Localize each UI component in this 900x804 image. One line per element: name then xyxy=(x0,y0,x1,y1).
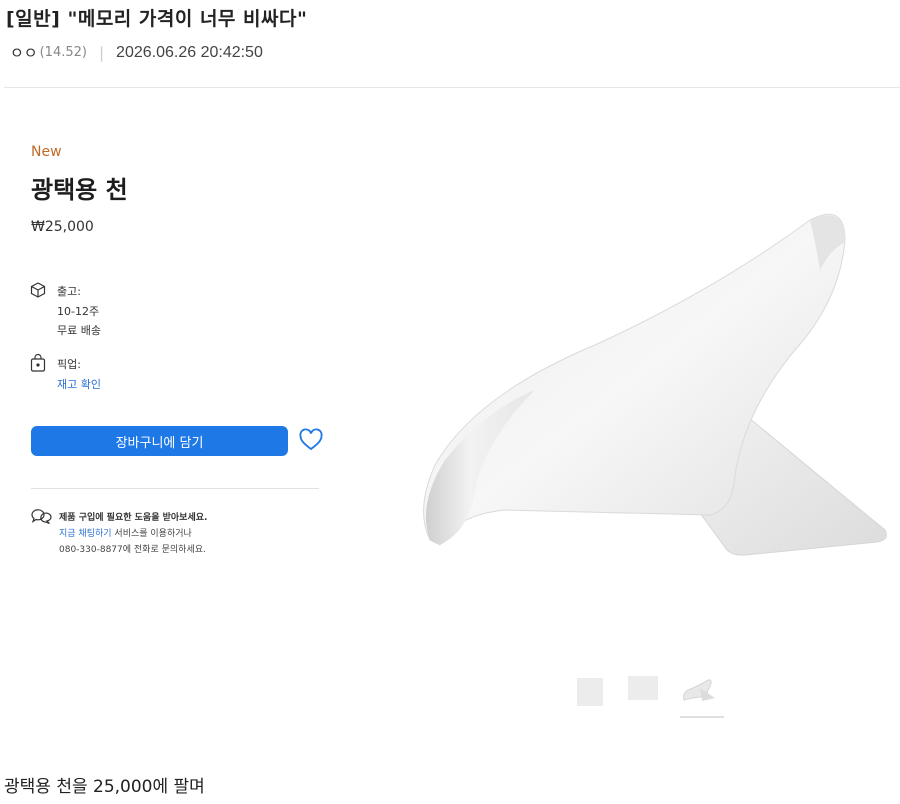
header-divider xyxy=(4,87,900,88)
product-price: ₩25,000 xyxy=(31,219,94,235)
thumbnail-2[interactable] xyxy=(628,676,658,700)
author-ip: (14.52) xyxy=(39,45,87,60)
help-chat-line: 지금 채팅하기 서비스를 이용하거나 xyxy=(59,526,192,539)
thumbnail-selected-indicator xyxy=(680,716,724,718)
box-icon xyxy=(30,282,46,298)
chat-now-link[interactable]: 지금 채팅하기 xyxy=(59,529,112,539)
check-stock-link[interactable]: 재고 확인 xyxy=(57,376,101,392)
shipping-free: 무료 배송 xyxy=(57,324,101,337)
help-heading: 제품 구입에 필요한 도움을 받아보세요. xyxy=(59,513,208,523)
new-badge: New xyxy=(31,144,62,160)
pickup-label: 픽업: xyxy=(57,358,81,371)
help-phone-line: 080-330-8877에 전화로 문의하세요. xyxy=(59,545,206,555)
chat-icon xyxy=(31,509,52,525)
add-to-bag-button[interactable]: 장바구니에 담기 xyxy=(31,426,288,456)
post-body-caption: 광택용 천을 25,000에 팔며 xyxy=(4,777,205,797)
meta-separator: | xyxy=(98,43,105,62)
thumbnail-3[interactable] xyxy=(680,678,718,704)
bag-icon xyxy=(30,354,46,372)
post-datetime: 2026.06.26 20:42:50 xyxy=(116,43,263,61)
section-divider xyxy=(31,488,319,489)
shipping-label: 출고: xyxy=(57,285,81,298)
embedded-store-screenshot: New 광택용 천 ₩25,000 출고: 10-12주 무료 배송 픽업: 재… xyxy=(0,100,900,730)
author-name[interactable]: ㅇㅇ xyxy=(10,42,38,63)
product-title: 광택용 천 xyxy=(31,176,128,204)
shipping-weeks: 10-12주 xyxy=(57,305,100,318)
thumbnail-1[interactable] xyxy=(577,678,603,706)
polishing-cloth-image xyxy=(423,213,887,556)
post-title: [일반] "메모리 가격이 너무 비싸다" xyxy=(6,8,308,30)
heart-icon[interactable] xyxy=(298,428,324,452)
help-chat-rest: 서비스를 이용하거나 xyxy=(111,529,192,539)
post-meta: ㅇㅇ (14.52) | 2026.06.26 20:42:50 xyxy=(10,42,263,63)
